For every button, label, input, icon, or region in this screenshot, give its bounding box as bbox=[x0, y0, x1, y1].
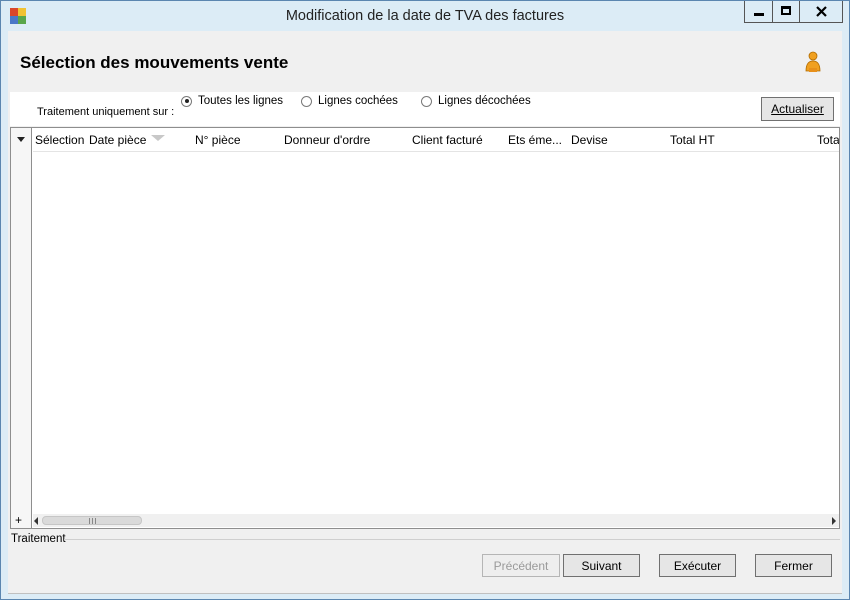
refresh-button-label: Actualiser bbox=[771, 102, 824, 116]
execute-button[interactable]: Exécuter bbox=[659, 554, 736, 577]
column-menu-icon[interactable] bbox=[17, 137, 25, 142]
user-icon[interactable] bbox=[804, 51, 822, 73]
next-button[interactable]: Suivant bbox=[563, 554, 640, 577]
execute-button-label: Exécuter bbox=[673, 558, 722, 573]
data-grid[interactable]: + Sélection Date pièce N° pièce Donneur … bbox=[10, 127, 840, 529]
column-header-date-piece[interactable]: Date pièce bbox=[89, 133, 146, 147]
client-area: Sélection des mouvements vente Traitemen… bbox=[8, 31, 842, 594]
title-bar[interactable]: Modification de la date de TVA des factu… bbox=[1, 1, 849, 31]
close-button[interactable] bbox=[799, 1, 843, 23]
filter-label: Traitement uniquement sur : bbox=[37, 106, 175, 118]
radio-lignes-decochees[interactable]: Lignes décochées bbox=[421, 94, 531, 108]
application-window: Modification de la date de TVA des factu… bbox=[0, 0, 850, 600]
radio-toutes-les-lignes[interactable]: Toutes les lignes bbox=[181, 94, 283, 108]
radio-indicator[interactable] bbox=[301, 95, 312, 107]
scroll-right-icon[interactable] bbox=[832, 517, 836, 525]
footer-divider bbox=[8, 593, 842, 594]
radio-indicator[interactable] bbox=[181, 95, 192, 107]
maximize-button[interactable] bbox=[772, 1, 800, 23]
radio-label: Lignes décochées bbox=[438, 95, 531, 107]
radio-indicator[interactable] bbox=[421, 95, 432, 107]
radio-label: Lignes cochées bbox=[318, 95, 398, 107]
column-header-ets-emetteur[interactable]: Ets éme... bbox=[508, 133, 562, 147]
filter-icon[interactable] bbox=[151, 135, 165, 141]
radio-label: Toutes les lignes bbox=[198, 95, 284, 107]
column-header-total[interactable]: Total bbox=[817, 133, 839, 147]
page-title: Sélection des mouvements vente bbox=[20, 53, 289, 72]
window-title: Modification de la date de TVA des factu… bbox=[285, 8, 565, 24]
close-icon bbox=[816, 6, 827, 17]
scroll-left-icon[interactable] bbox=[34, 517, 38, 525]
column-header-client-facture[interactable]: Client facturé bbox=[412, 133, 483, 147]
grid-row-selector: + bbox=[11, 128, 32, 528]
horizontal-scrollbar[interactable] bbox=[33, 514, 839, 527]
previous-button[interactable]: Précédent bbox=[482, 554, 560, 577]
close-dialog-button[interactable]: Fermer bbox=[755, 554, 832, 577]
filter-band: Traitement uniquement sur : Toutes les l… bbox=[10, 92, 840, 126]
column-header-selection[interactable]: Sélection bbox=[35, 133, 84, 147]
add-row-button[interactable]: + bbox=[15, 514, 22, 526]
grid-header: Sélection Date pièce N° pièce Donneur d'… bbox=[33, 128, 839, 152]
column-header-total-ht[interactable]: Total HT bbox=[670, 133, 715, 147]
header-band: Sélection des mouvements vente bbox=[10, 32, 840, 92]
minimize-icon bbox=[754, 13, 764, 16]
section-label-traitement: Traitement bbox=[11, 533, 66, 545]
column-header-devise[interactable]: Devise bbox=[571, 133, 608, 147]
maximize-icon bbox=[781, 6, 791, 15]
scrollbar-thumb[interactable] bbox=[42, 516, 142, 525]
section-divider bbox=[64, 539, 840, 540]
column-header-numero-piece[interactable]: N° pièce bbox=[195, 133, 241, 147]
previous-button-label: Précédent bbox=[493, 558, 549, 573]
refresh-button[interactable]: Actualiser bbox=[761, 97, 834, 121]
close-dialog-button-label: Fermer bbox=[774, 558, 813, 573]
next-button-label: Suivant bbox=[581, 558, 622, 573]
column-header-donneur-ordre[interactable]: Donneur d'ordre bbox=[284, 133, 370, 147]
radio-lignes-cochees[interactable]: Lignes cochées bbox=[301, 94, 398, 108]
minimize-button[interactable] bbox=[744, 1, 773, 23]
